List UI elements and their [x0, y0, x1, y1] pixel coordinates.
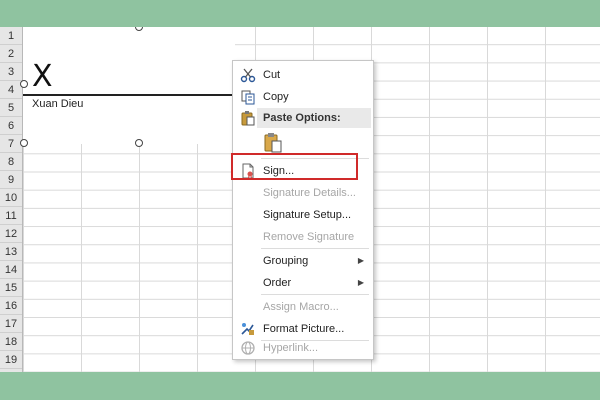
paste-option-keep-formatting-button[interactable] — [261, 131, 285, 155]
signer-name: Xuan Dieu — [32, 98, 84, 110]
row-header[interactable]: 18 — [0, 333, 22, 351]
hyperlink-icon — [240, 340, 256, 356]
context-menu: Cut Copy Paste Options: Sign... Signatur… — [232, 60, 374, 360]
row-header[interactable]: 12 — [0, 225, 22, 243]
menu-item-grouping[interactable]: Grouping ▶ — [233, 250, 373, 272]
row-header[interactable]: 16 — [0, 297, 22, 315]
submenu-arrow-icon: ▶ — [357, 278, 364, 287]
row-header[interactable]: 19 — [0, 351, 22, 369]
signature-line-object[interactable]: X Xuan Dieu — [23, 27, 235, 144]
resize-handle[interactable] — [20, 80, 28, 88]
row-header[interactable]: 9 — [0, 171, 22, 189]
row-header[interactable]: 3 — [0, 63, 22, 81]
row-header[interactable]: 2 — [0, 45, 22, 63]
menu-item-label: Order — [263, 277, 292, 289]
row-header[interactable]: 4 — [0, 81, 22, 99]
menu-item-assign-macro[interactable]: Assign Macro... — [233, 296, 373, 318]
menu-item-label: Signature Setup... — [263, 209, 352, 221]
paste-options-header: Paste Options: — [257, 108, 371, 128]
menu-item-label: Hyperlink... — [263, 342, 319, 354]
row-header[interactable]: 5 — [0, 99, 22, 117]
row-header[interactable]: 10 — [0, 189, 22, 207]
row-header[interactable]: 7 — [0, 135, 22, 153]
paste-icon — [240, 110, 256, 126]
menu-item-copy[interactable]: Copy — [233, 86, 373, 108]
copy-icon — [240, 89, 256, 105]
menu-item-label: Cut — [263, 69, 281, 81]
row-header[interactable]: 11 — [0, 207, 22, 225]
menu-item-label: Grouping — [263, 255, 309, 267]
clipboard-paste-icon — [264, 133, 282, 153]
row-header[interactable]: 6 — [0, 117, 22, 135]
menu-item-signature-setup[interactable]: Signature Setup... — [233, 204, 373, 226]
menu-item-hyperlink[interactable]: Hyperlink... — [233, 337, 373, 359]
menu-item-label: Signature Details... — [263, 187, 356, 199]
scissors-icon — [240, 67, 256, 83]
highlight-box — [231, 153, 358, 180]
menu-item-order[interactable]: Order ▶ — [233, 272, 373, 294]
menu-separator — [261, 294, 369, 295]
menu-item-label: Copy — [263, 91, 289, 103]
row-header[interactable]: 13 — [0, 243, 22, 261]
menu-separator — [261, 248, 369, 249]
menu-item-label: Assign Macro... — [263, 301, 339, 313]
row-headers: 1 2 3 4 5 6 7 8 9 10 11 12 13 14 15 16 1… — [0, 27, 23, 372]
row-header[interactable]: 8 — [0, 153, 22, 171]
row-header[interactable]: 1 — [0, 27, 22, 45]
paste-options-label: Paste Options: — [263, 112, 341, 124]
signature-x-mark: X — [32, 59, 53, 94]
row-header[interactable]: 14 — [0, 261, 22, 279]
menu-item-signature-details[interactable]: Signature Details... — [233, 182, 373, 204]
menu-item-remove-signature[interactable]: Remove Signature — [233, 226, 373, 248]
menu-item-cut[interactable]: Cut — [233, 64, 373, 86]
submenu-arrow-icon: ▶ — [357, 256, 364, 265]
format-picture-icon — [240, 321, 256, 337]
signature-rule — [23, 94, 235, 96]
resize-handle[interactable] — [135, 139, 143, 147]
menu-item-label: Remove Signature — [263, 231, 355, 243]
resize-handle[interactable] — [20, 139, 28, 147]
row-header[interactable]: 17 — [0, 315, 22, 333]
row-header[interactable]: 15 — [0, 279, 22, 297]
